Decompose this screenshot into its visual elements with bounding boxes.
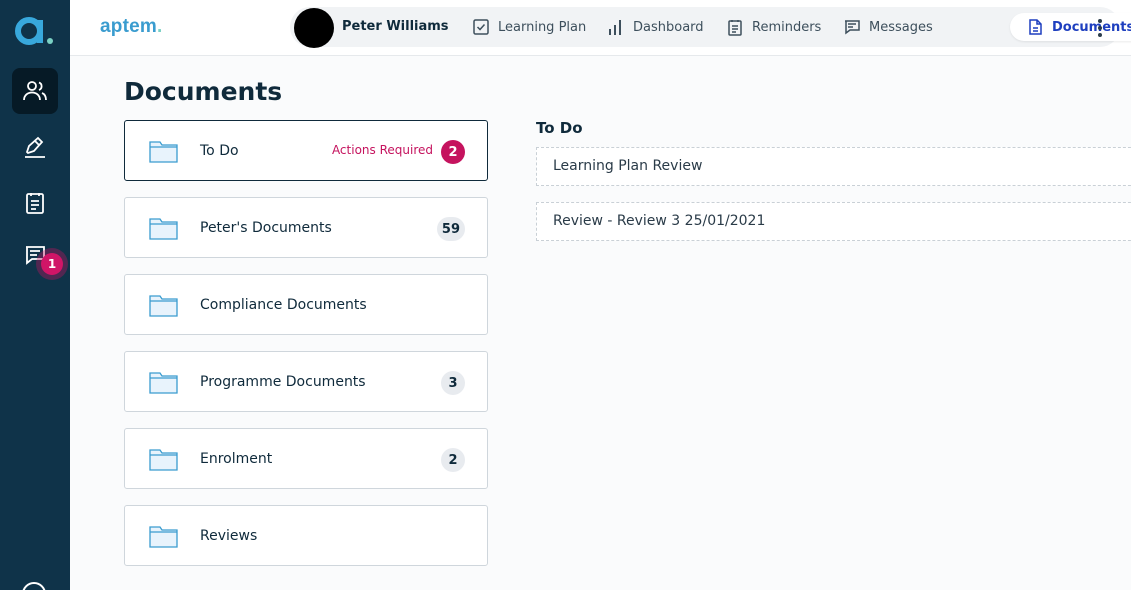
todo-item-learning-plan-review[interactable]: Learning Plan Review (536, 147, 1131, 186)
folder-count-badge: 2 (441, 448, 465, 472)
brand-logo[interactable]: aptem. (100, 16, 162, 38)
users-icon (23, 81, 47, 101)
left-rail: 1 (0, 0, 70, 590)
messages-badge-count: 1 (41, 253, 63, 275)
aptem-logo-icon[interactable] (15, 14, 55, 48)
folder-to-do[interactable]: To Do Actions Required 2 (124, 120, 488, 181)
folder-label: To Do (200, 143, 239, 159)
folder-label: Programme Documents (200, 374, 366, 390)
todo-section-title: To Do (536, 119, 583, 137)
todo-item-label: Learning Plan Review (553, 158, 703, 174)
todo-item-review-3[interactable]: Review - Review 3 25/01/2021 (536, 202, 1131, 241)
folder-compliance-documents[interactable]: Compliance Documents (124, 274, 488, 335)
clipboard-icon (26, 193, 44, 214)
folder-count-badge: 3 (441, 371, 465, 395)
folder-icon (149, 526, 178, 548)
folder-icon (149, 449, 178, 471)
checkbox-icon (473, 19, 489, 35)
folder-icon (149, 218, 178, 240)
bar-chart-icon (609, 20, 621, 35)
tab-messages-label: Messages (869, 19, 933, 35)
top-bar: aptem. Peter Williams Learning Plan Dash… (70, 0, 1131, 56)
todo-item-label: Review - Review 3 25/01/2021 (553, 213, 766, 229)
folder-icon (149, 372, 178, 394)
document-icon (1029, 19, 1042, 35)
user-name: Peter Williams (342, 19, 449, 34)
actions-required-text: Actions Required (331, 143, 433, 157)
folder-count-badge: 59 (436, 217, 465, 241)
tab-reminders-label: Reminders (752, 19, 822, 35)
tab-messages[interactable]: Messages (833, 13, 943, 41)
tab-dashboard[interactable]: Dashboard (597, 13, 714, 41)
tab-reminders[interactable]: Reminders (716, 13, 831, 41)
folder-label: Enrolment (200, 451, 273, 467)
messages-badge: 1 (36, 248, 68, 280)
help-icon[interactable] (22, 582, 46, 590)
rail-sign-button[interactable] (12, 124, 58, 170)
folder-reviews[interactable]: Reviews (124, 505, 488, 566)
folder-count-badge: 2 (441, 140, 465, 164)
brand-dot: . (156, 16, 163, 37)
brand-name: aptem (100, 16, 157, 37)
tab-dashboard-label: Dashboard (633, 19, 704, 35)
folder-programme-documents[interactable]: Programme Documents 3 (124, 351, 488, 412)
folder-peters-documents[interactable]: Peter's Documents 59 (124, 197, 488, 258)
folder-label: Peter's Documents (200, 220, 332, 236)
folder-icon (149, 295, 178, 317)
folder-enrolment[interactable]: Enrolment 2 (124, 428, 488, 489)
folder-icon (149, 141, 178, 163)
pen-icon (25, 136, 45, 158)
page-title: Documents (124, 77, 283, 106)
folder-label: Reviews (200, 528, 258, 544)
tab-documents[interactable]: Documents (1010, 13, 1131, 41)
clipboard-icon (728, 20, 742, 36)
rail-reminders-button[interactable] (12, 180, 58, 226)
tab-learning-plan[interactable]: Learning Plan (462, 13, 596, 41)
more-menu-icon[interactable] (1090, 14, 1110, 42)
message-icon (845, 20, 860, 35)
rail-users-button[interactable] (12, 68, 58, 114)
folder-label: Compliance Documents (200, 297, 367, 313)
avatar[interactable] (294, 8, 334, 48)
tab-learning-plan-label: Learning Plan (498, 19, 587, 35)
nav-bar: Peter Williams Learning Plan Dashboard R… (290, 7, 1131, 48)
